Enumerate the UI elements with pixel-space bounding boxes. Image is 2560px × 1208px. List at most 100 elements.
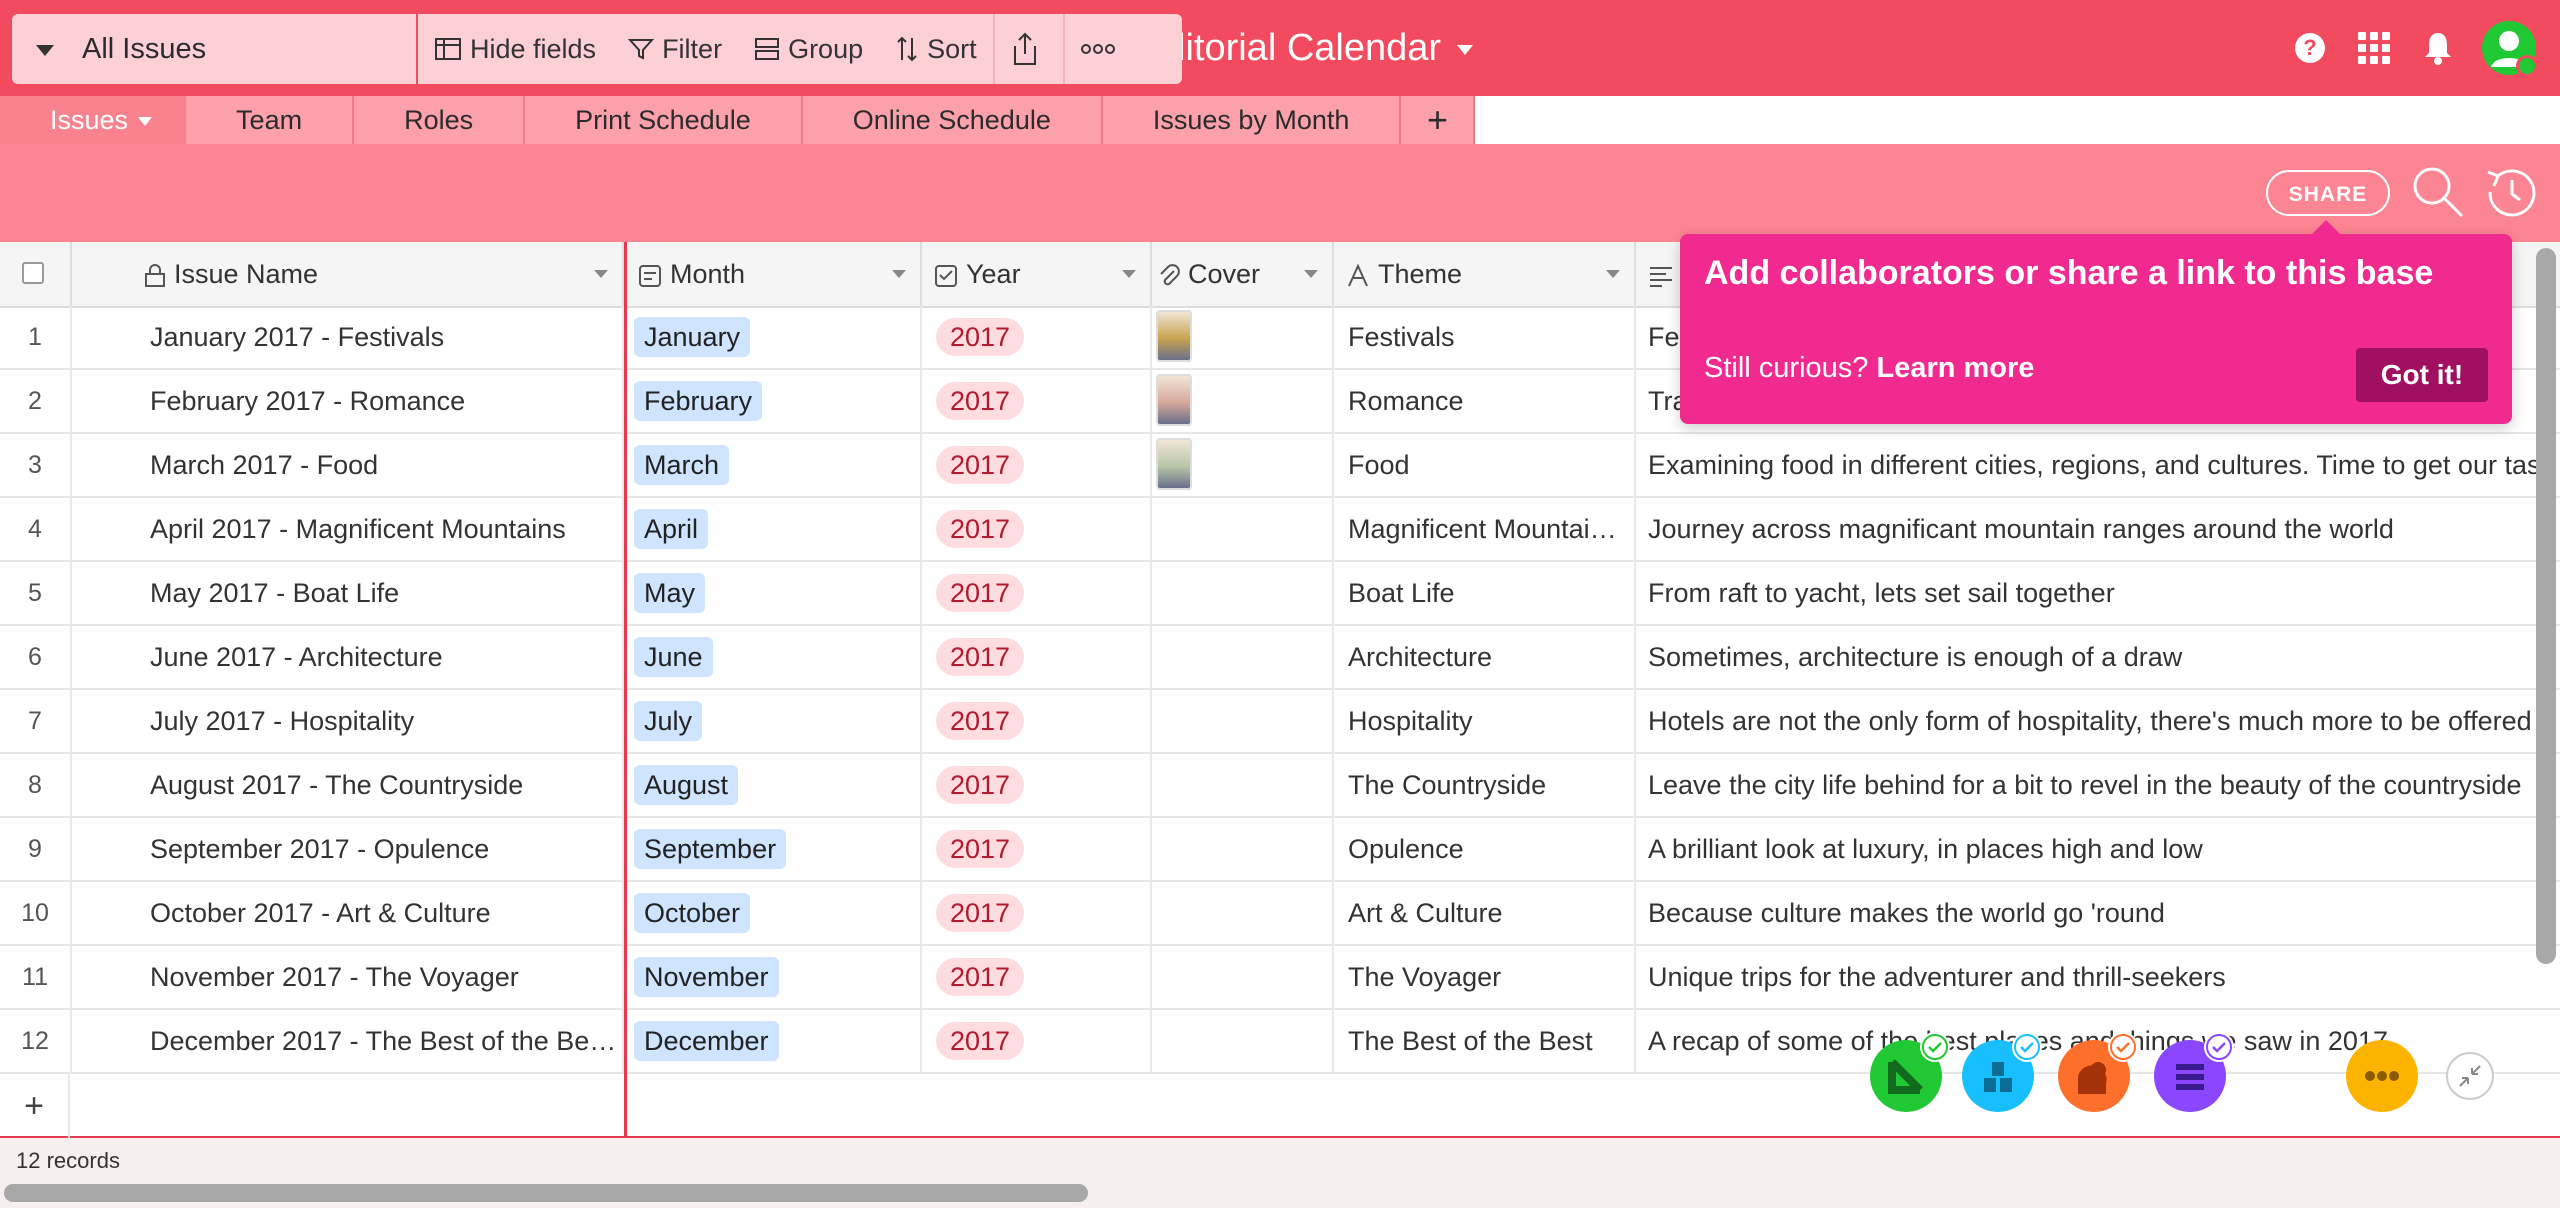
cover-cell[interactable]	[1152, 754, 1334, 816]
app-blue-button[interactable]	[1962, 1032, 2042, 1112]
description-cell[interactable]: A brilliant look at luxury, in places hi…	[1636, 818, 2560, 880]
month-cell[interactable]: March	[626, 434, 922, 496]
cover-cell[interactable]	[1152, 498, 1334, 560]
vertical-scrollbar[interactable]	[2536, 248, 2556, 964]
description-cell[interactable]: Sometimes, architecture is enough of a d…	[1636, 626, 2560, 688]
theme-cell[interactable]: Festivals	[1334, 306, 1636, 368]
theme-cell[interactable]: Magnificent Mountai…	[1334, 498, 1636, 560]
year-cell[interactable]: 2017	[922, 946, 1152, 1008]
year-cell[interactable]: 2017	[922, 370, 1152, 432]
theme-cell[interactable]: Architecture	[1334, 626, 1636, 688]
theme-cell[interactable]: The Voyager	[1334, 946, 1636, 1008]
month-cell[interactable]: June	[626, 626, 922, 688]
column-header-year[interactable]: Year	[922, 242, 1152, 306]
add-record-icon[interactable]: +	[0, 1074, 70, 1138]
filter-button[interactable]: Filter	[612, 14, 738, 84]
group-button[interactable]: Group	[738, 14, 879, 84]
theme-cell[interactable]: Opulence	[1334, 818, 1636, 880]
view-switcher[interactable]: All Issues	[12, 14, 416, 84]
cover-cell[interactable]	[1152, 946, 1334, 1008]
app-purple-button[interactable]	[2154, 1032, 2234, 1112]
description-cell[interactable]: Unique trips for the adventurer and thri…	[1636, 946, 2560, 1008]
theme-cell[interactable]: Romance	[1334, 370, 1636, 432]
tab-issues[interactable]: Issues	[0, 96, 187, 144]
month-cell[interactable]: July	[626, 690, 922, 752]
table-row[interactable]: 4 April 2017 - Magnificent Mountains April…	[0, 498, 2560, 562]
issue-name-cell[interactable]: September 2017 - Opulence	[72, 818, 624, 880]
theme-cell[interactable]: The Countryside	[1334, 754, 1636, 816]
table-row[interactable]: 3 March 2017 - Food March 2017 Food Examining…	[0, 434, 2560, 498]
issue-name-cell[interactable]: December 2017 - The Best of the Be…	[72, 1010, 624, 1072]
cover-cell[interactable]	[1152, 306, 1334, 368]
table-row[interactable]: 8 August 2017 - The Countryside August 2017…	[0, 754, 2560, 818]
search-icon[interactable]	[2410, 164, 2466, 220]
issue-name-cell[interactable]: March 2017 - Food	[72, 434, 624, 496]
description-cell[interactable]: Examining food in different cities, regi…	[1636, 434, 2560, 496]
column-menu-icon[interactable]	[1304, 270, 1318, 278]
collapse-apps-button[interactable]	[2446, 1052, 2494, 1100]
cover-cell[interactable]	[1152, 434, 1334, 496]
column-menu-icon[interactable]	[892, 270, 906, 278]
cover-cell[interactable]	[1152, 882, 1334, 944]
tab-roles[interactable]: Roles	[354, 96, 526, 144]
app-green-button[interactable]	[1870, 1032, 1950, 1112]
year-cell[interactable]: 2017	[922, 306, 1152, 368]
theme-cell[interactable]: Boat Life	[1334, 562, 1636, 624]
horizontal-scrollbar[interactable]	[4, 1184, 1088, 1202]
issue-name-cell[interactable]: November 2017 - The Voyager	[72, 946, 624, 1008]
table-row[interactable]: 9 September 2017 - Opulence September 2017 O…	[0, 818, 2560, 882]
issue-name-cell[interactable]: June 2017 - Architecture	[72, 626, 624, 688]
description-cell[interactable]: Leave the city life behind for a bit to …	[1636, 754, 2560, 816]
issue-name-cell[interactable]: April 2017 - Magnificent Mountains	[72, 498, 624, 560]
theme-cell[interactable]: Hospitality	[1334, 690, 1636, 752]
caret-down-icon[interactable]	[36, 45, 54, 56]
cover-cell[interactable]	[1152, 818, 1334, 880]
issue-name-cell[interactable]: January 2017 - Festivals	[72, 306, 624, 368]
app-orange-button[interactable]	[2058, 1032, 2138, 1112]
cover-thumbnail[interactable]	[1156, 310, 1192, 362]
year-cell[interactable]: 2017	[922, 434, 1152, 496]
column-menu-icon[interactable]	[1606, 270, 1620, 278]
user-avatar[interactable]	[2482, 21, 2538, 77]
description-cell[interactable]: Hotels are not the only form of hospital…	[1636, 690, 2560, 752]
add-table-button[interactable]: +	[1401, 96, 1476, 144]
bell-icon[interactable]	[2418, 28, 2458, 68]
tab-print-schedule[interactable]: Print Schedule	[525, 96, 803, 144]
month-cell[interactable]: October	[626, 882, 922, 944]
base-title[interactable]: Editorial Calendar	[1139, 27, 1441, 69]
sort-button[interactable]: Sort	[879, 14, 993, 84]
year-cell[interactable]: 2017	[922, 626, 1152, 688]
tab-online-schedule[interactable]: Online Schedule	[802, 96, 1103, 144]
got-it-button[interactable]: Got it!	[2356, 348, 2488, 402]
table-row[interactable]: 11 November 2017 - The Voyager November 201…	[0, 946, 2560, 1010]
month-cell[interactable]: January	[626, 306, 922, 368]
month-cell[interactable]: August	[626, 754, 922, 816]
column-header-theme[interactable]: Theme	[1334, 242, 1636, 306]
cover-cell[interactable]	[1152, 370, 1334, 432]
cover-thumbnail[interactable]	[1156, 438, 1192, 490]
frozen-column-divider[interactable]	[624, 242, 627, 1208]
cover-cell[interactable]	[1152, 1010, 1334, 1072]
column-header-cover[interactable]: Cover	[1152, 242, 1334, 306]
table-row[interactable]: 10 October 2017 - Art & Culture October 201…	[0, 882, 2560, 946]
cover-cell[interactable]	[1152, 626, 1334, 688]
tab-team[interactable]: Team	[186, 96, 355, 144]
month-cell[interactable]: September	[626, 818, 922, 880]
month-cell[interactable]: December	[626, 1010, 922, 1072]
hide-fields-button[interactable]: Hide fields	[418, 14, 612, 84]
history-icon[interactable]	[2480, 164, 2540, 220]
issue-name-cell[interactable]: October 2017 - Art & Culture	[72, 882, 624, 944]
more-apps-button[interactable]	[2346, 1040, 2418, 1112]
table-row[interactable]: 5 May 2017 - Boat Life May 2017 Boat Life Fro…	[0, 562, 2560, 626]
column-menu-icon[interactable]	[594, 270, 608, 278]
more-options-button[interactable]	[1065, 14, 1139, 84]
column-header-issue-name[interactable]: Issue Name	[72, 242, 624, 306]
year-cell[interactable]: 2017	[922, 498, 1152, 560]
tab-issues-by-month[interactable]: Issues by Month	[1102, 96, 1402, 144]
issue-name-cell[interactable]: July 2017 - Hospitality	[72, 690, 624, 752]
issue-name-cell[interactable]: February 2017 - Romance	[72, 370, 624, 432]
learn-more-link[interactable]: Learn more	[1876, 352, 2034, 384]
year-cell[interactable]: 2017	[922, 562, 1152, 624]
help-icon[interactable]: ?	[2290, 28, 2330, 68]
select-all-checkbox[interactable]	[22, 262, 44, 284]
